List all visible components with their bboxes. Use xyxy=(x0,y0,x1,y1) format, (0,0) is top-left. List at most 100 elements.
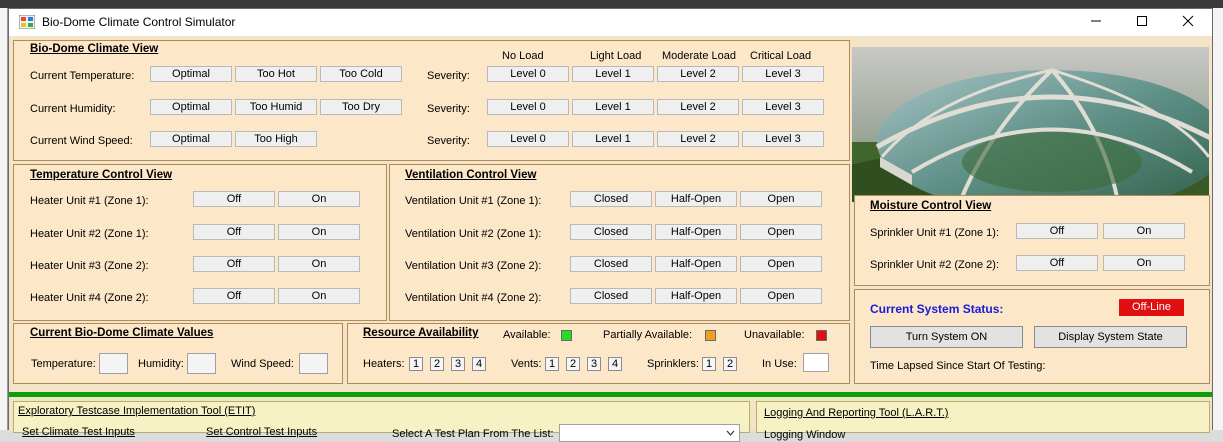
resource-availability-title: Resource Availability xyxy=(363,327,479,339)
vent-1-half-open: Half-Open xyxy=(655,191,737,207)
temperature-optimal-indicator: Optimal xyxy=(150,66,232,82)
temperature-value-label: Temperature: xyxy=(31,358,96,370)
partially-available-legend-swatch xyxy=(705,330,716,341)
window-title: Bio-Dome Climate Control Simulator xyxy=(42,15,236,29)
set-climate-inputs-heading: Set Climate Test Inputs xyxy=(22,426,135,438)
maximize-icon xyxy=(1137,16,1147,26)
wind-optimal-indicator: Optimal xyxy=(150,131,232,147)
heater-4-on: On xyxy=(278,288,360,304)
time-lapsed-label: Time Lapsed Since Start Of Testing: xyxy=(870,360,1046,372)
heater-2-label: Heater Unit #2 (Zone 1): xyxy=(30,228,149,240)
vent-3-open: Open xyxy=(740,256,822,272)
close-icon xyxy=(1182,15,1194,27)
in-use-box xyxy=(803,353,829,372)
climate-view-panel: Bio-Dome Climate View No Load Light Load… xyxy=(13,40,850,161)
sprinklers-label: Sprinklers: xyxy=(647,358,699,370)
unavailable-legend-swatch xyxy=(816,330,827,341)
sprinkler-resource-2: 2 xyxy=(723,357,737,371)
display-system-state-button[interactable]: Display System State xyxy=(1034,326,1187,348)
vent-4-open: Open xyxy=(740,288,822,304)
wind-value-box xyxy=(299,353,328,374)
load-header-none: No Load xyxy=(502,50,544,62)
wind-level-2: Level 2 xyxy=(657,131,739,147)
vent-2-closed: Closed xyxy=(570,224,652,240)
vent-1-open: Open xyxy=(740,191,822,207)
humidity-optimal-indicator: Optimal xyxy=(150,99,232,115)
turn-system-on-button[interactable]: Turn System ON xyxy=(870,326,1023,348)
set-control-inputs-heading: Set Control Test Inputs xyxy=(206,426,318,438)
minimize-icon xyxy=(1091,20,1101,22)
climate-values-panel: Current Bio-Dome Climate Values Temperat… xyxy=(13,323,343,384)
vent-1-label: Ventilation Unit #1 (Zone 1): xyxy=(405,195,542,207)
wind-too-high-indicator: Too High xyxy=(235,131,317,147)
sprinkler-1-label: Sprinkler Unit #1 (Zone 1): xyxy=(870,227,999,239)
heater-4-off: Off xyxy=(193,288,275,304)
humidity-too-humid-indicator: Too Humid xyxy=(235,99,317,115)
background-window-edge xyxy=(0,8,8,430)
chevron-down-icon xyxy=(726,430,735,436)
vent-3-closed: Closed xyxy=(570,256,652,272)
temperature-level-0: Level 0 xyxy=(487,66,569,82)
humidity-level-2: Level 2 xyxy=(657,99,739,115)
vent-4-label: Ventilation Unit #4 (Zone 2): xyxy=(405,292,542,304)
vents-label: Vents: xyxy=(511,358,542,370)
humidity-value-box xyxy=(187,353,216,374)
current-humidity-label: Current Humidity: xyxy=(30,103,116,115)
background-window-edge-right xyxy=(1213,8,1223,430)
heater-1-label: Heater Unit #1 (Zone 1): xyxy=(30,195,149,207)
temperature-value-box xyxy=(99,353,128,374)
wind-level-0: Level 0 xyxy=(487,131,569,147)
wind-level-3: Level 3 xyxy=(742,131,824,147)
bio-dome-image xyxy=(852,47,1209,202)
load-header-critical: Critical Load xyxy=(750,50,812,62)
system-status-title: Current System Status: xyxy=(870,302,1004,316)
lart-title: Logging And Reporting Tool (L.A.R.T.) xyxy=(764,407,949,419)
wind-level-1: Level 1 xyxy=(572,131,654,147)
temperature-too-cold-indicator: Too Cold xyxy=(320,66,402,82)
humidity-value-label: Humidity: xyxy=(138,358,184,370)
load-header-moderate: Moderate Load xyxy=(662,50,736,62)
vent-resource-4: 4 xyxy=(608,357,622,371)
current-wind-speed-label: Current Wind Speed: xyxy=(30,135,133,147)
test-plan-dropdown[interactable] xyxy=(559,424,740,442)
system-status-badge: Off-Line xyxy=(1119,299,1184,316)
ventilation-control-title: Ventilation Control View xyxy=(405,169,537,181)
vent-4-half-open: Half-Open xyxy=(655,288,737,304)
heater-resource-2: 2 xyxy=(430,357,444,371)
vent-resource-1: 1 xyxy=(545,357,559,371)
minimize-button[interactable] xyxy=(1073,9,1119,35)
wind-severity-label: Severity: xyxy=(427,135,470,147)
heater-1-on: On xyxy=(278,191,360,207)
moisture-control-panel: Moisture Control View Sprinkler Unit #1 … xyxy=(854,195,1210,286)
vent-3-half-open: Half-Open xyxy=(655,256,737,272)
heater-1-off: Off xyxy=(193,191,275,207)
etit-title: Exploratory Testcase Implementation Tool… xyxy=(18,405,256,417)
climate-view-title: Bio-Dome Climate View xyxy=(30,43,159,55)
partially-available-legend-label: Partially Available: xyxy=(603,329,693,341)
climate-values-title: Current Bio-Dome Climate Values xyxy=(30,327,214,339)
current-temperature-label: Current Temperature: xyxy=(30,70,135,82)
temperature-level-3: Level 3 xyxy=(742,66,824,82)
humidity-level-0: Level 0 xyxy=(487,99,569,115)
heater-2-off: Off xyxy=(193,224,275,240)
heater-4-label: Heater Unit #4 (Zone 2): xyxy=(30,292,149,304)
available-legend-label: Available: xyxy=(503,329,551,341)
ventilation-control-panel: Ventilation Control View Ventilation Uni… xyxy=(389,164,850,321)
section-separator xyxy=(9,392,1212,397)
in-use-label: In Use: xyxy=(762,358,797,370)
etit-panel: Exploratory Testcase Implementation Tool… xyxy=(13,401,750,442)
vent-2-half-open: Half-Open xyxy=(655,224,737,240)
close-button[interactable] xyxy=(1165,9,1211,35)
maximize-button[interactable] xyxy=(1119,9,1165,35)
temperature-control-title: Temperature Control View xyxy=(30,169,173,181)
logging-window-label: Logging Window xyxy=(764,429,846,441)
moisture-control-title: Moisture Control View xyxy=(870,200,992,212)
sprinkler-1-off: Off xyxy=(1016,223,1098,239)
heater-3-on: On xyxy=(278,256,360,272)
temperature-control-panel: Temperature Control View Heater Unit #1 … xyxy=(13,164,387,321)
temperature-level-1: Level 1 xyxy=(572,66,654,82)
heater-2-on: On xyxy=(278,224,360,240)
heater-resource-4: 4 xyxy=(472,357,486,371)
vent-1-closed: Closed xyxy=(570,191,652,207)
temperature-level-2: Level 2 xyxy=(657,66,739,82)
